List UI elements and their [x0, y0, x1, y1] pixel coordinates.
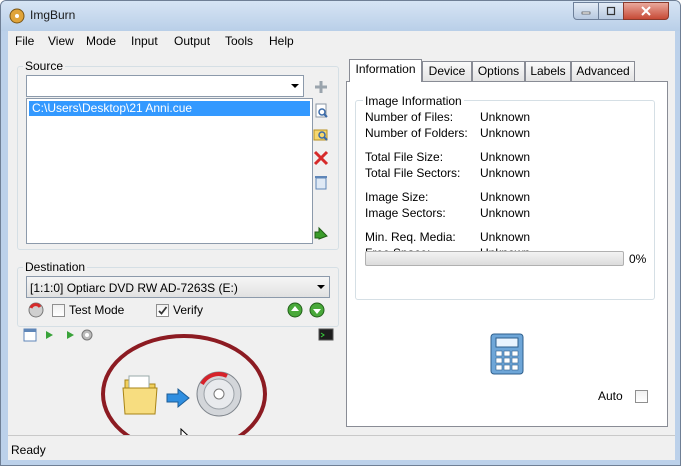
information-panel: Image Information Number of Files: Unkno… [346, 81, 668, 427]
status-bar: Ready [8, 435, 675, 460]
tab-advanced[interactable]: Advanced [571, 61, 635, 81]
info-label: Image Sectors: [365, 206, 446, 220]
clear-icon [315, 176, 327, 190]
drive-down-icon [309, 302, 325, 318]
delete-icon [313, 150, 329, 166]
browse-folder-icon [313, 129, 328, 141]
minimize-button[interactable] [573, 2, 599, 20]
drive-up-button[interactable] [287, 302, 303, 318]
title-bar[interactable]: ImgBurn [1, 1, 680, 31]
window-title: ImgBurn [30, 8, 76, 22]
info-label: Min. Req. Media: [365, 230, 456, 244]
close-button[interactable] [623, 2, 669, 20]
info-value: Unknown [480, 166, 531, 180]
drive-down-button[interactable] [309, 302, 325, 318]
tab-device[interactable]: Device [422, 61, 472, 81]
browse-file-button[interactable] [313, 103, 329, 119]
info-label: Number of Folders: [365, 126, 468, 140]
main-client-area: Source C:\Users\Desktop\21 Anni.cue Dest… [8, 51, 675, 454]
add-icon [315, 81, 327, 93]
info-label: Total File Sectors: [365, 166, 461, 180]
app-icon [9, 8, 25, 24]
calculator-icon [490, 333, 524, 375]
menu-mode[interactable]: Mode [86, 34, 116, 48]
info-value: Unknown [480, 126, 531, 140]
menu-input[interactable]: Input [131, 34, 158, 48]
play-icon [67, 331, 74, 339]
play-icon [46, 331, 53, 339]
calculate-button[interactable] [489, 332, 525, 376]
maximize-button[interactable] [598, 2, 624, 20]
close-icon [641, 6, 651, 16]
source-file-list[interactable]: C:\Users\Desktop\21 Anni.cue [26, 98, 313, 244]
minimize-icon [581, 11, 591, 15]
menu-view[interactable]: View [48, 34, 74, 48]
clear-button[interactable] [313, 174, 329, 190]
drive-up-icon [287, 302, 303, 318]
test-mode-label: Test Mode [69, 303, 125, 317]
list-item[interactable]: C:\Users\Desktop\21 Anni.cue [29, 101, 310, 116]
settings-button[interactable] [79, 327, 95, 343]
app-window: ImgBurn File View Mode Input Output Tool… [0, 0, 681, 466]
browse-file-icon [315, 103, 328, 118]
move-button[interactable] [313, 224, 329, 240]
info-label: Total File Size: [365, 150, 444, 164]
source-combo[interactable] [26, 75, 304, 97]
progress-bar [365, 251, 624, 266]
info-value: Unknown [480, 230, 531, 244]
destination-drive-select[interactable]: [1:1:0] Optiarc DVD RW AD-7263S (E:) [26, 276, 330, 298]
move-icon [314, 226, 328, 240]
info-value: Unknown [480, 150, 531, 164]
progress-percent: 0% [629, 252, 647, 266]
info-value: Unknown [480, 206, 531, 220]
verify-label: Verify [173, 303, 204, 317]
menu-output[interactable]: Output [174, 34, 210, 48]
destination-label: Destination [23, 260, 88, 274]
tab-information[interactable]: Information [349, 59, 422, 82]
tab-options[interactable]: Options [472, 61, 525, 81]
menu-tools[interactable]: Tools [225, 34, 253, 48]
eject-button[interactable] [28, 302, 44, 318]
status-text: Ready [11, 443, 46, 457]
auto-checkbox[interactable] [635, 390, 648, 403]
auto-label: Auto [598, 389, 623, 403]
menu-bar: File View Mode Input Output Tools Help [8, 31, 675, 51]
add-button[interactable] [313, 79, 329, 95]
console-button[interactable] [318, 327, 334, 343]
test-mode-checkbox[interactable] [52, 304, 65, 317]
chevron-down-icon [291, 84, 299, 88]
menu-file[interactable]: File [15, 34, 34, 48]
log-button[interactable] [22, 327, 38, 343]
log-icon [23, 328, 37, 342]
info-label: Number of Files: [365, 110, 454, 124]
play-button[interactable] [41, 327, 57, 343]
checkmark-icon [158, 306, 168, 315]
queue-play-button[interactable] [62, 327, 78, 343]
info-value: Unknown [480, 190, 531, 204]
image-information-title: Image Information [363, 94, 464, 108]
info-label: Image Size: [365, 190, 429, 204]
destination-drive-value: [1:1:0] Optiarc DVD RW AD-7263S (E:) [30, 281, 238, 295]
maximize-icon [606, 6, 616, 16]
menu-help[interactable]: Help [269, 34, 294, 48]
tab-labels[interactable]: Labels [525, 61, 571, 81]
verify-checkbox[interactable] [156, 304, 169, 317]
info-value: Unknown [480, 110, 531, 124]
console-icon [318, 328, 334, 341]
browse-folder-button[interactable] [313, 126, 329, 142]
source-label: Source [23, 59, 66, 73]
eject-icon [28, 302, 44, 318]
chevron-down-icon [317, 285, 325, 289]
gear-icon [81, 329, 93, 341]
delete-button[interactable] [313, 150, 329, 166]
